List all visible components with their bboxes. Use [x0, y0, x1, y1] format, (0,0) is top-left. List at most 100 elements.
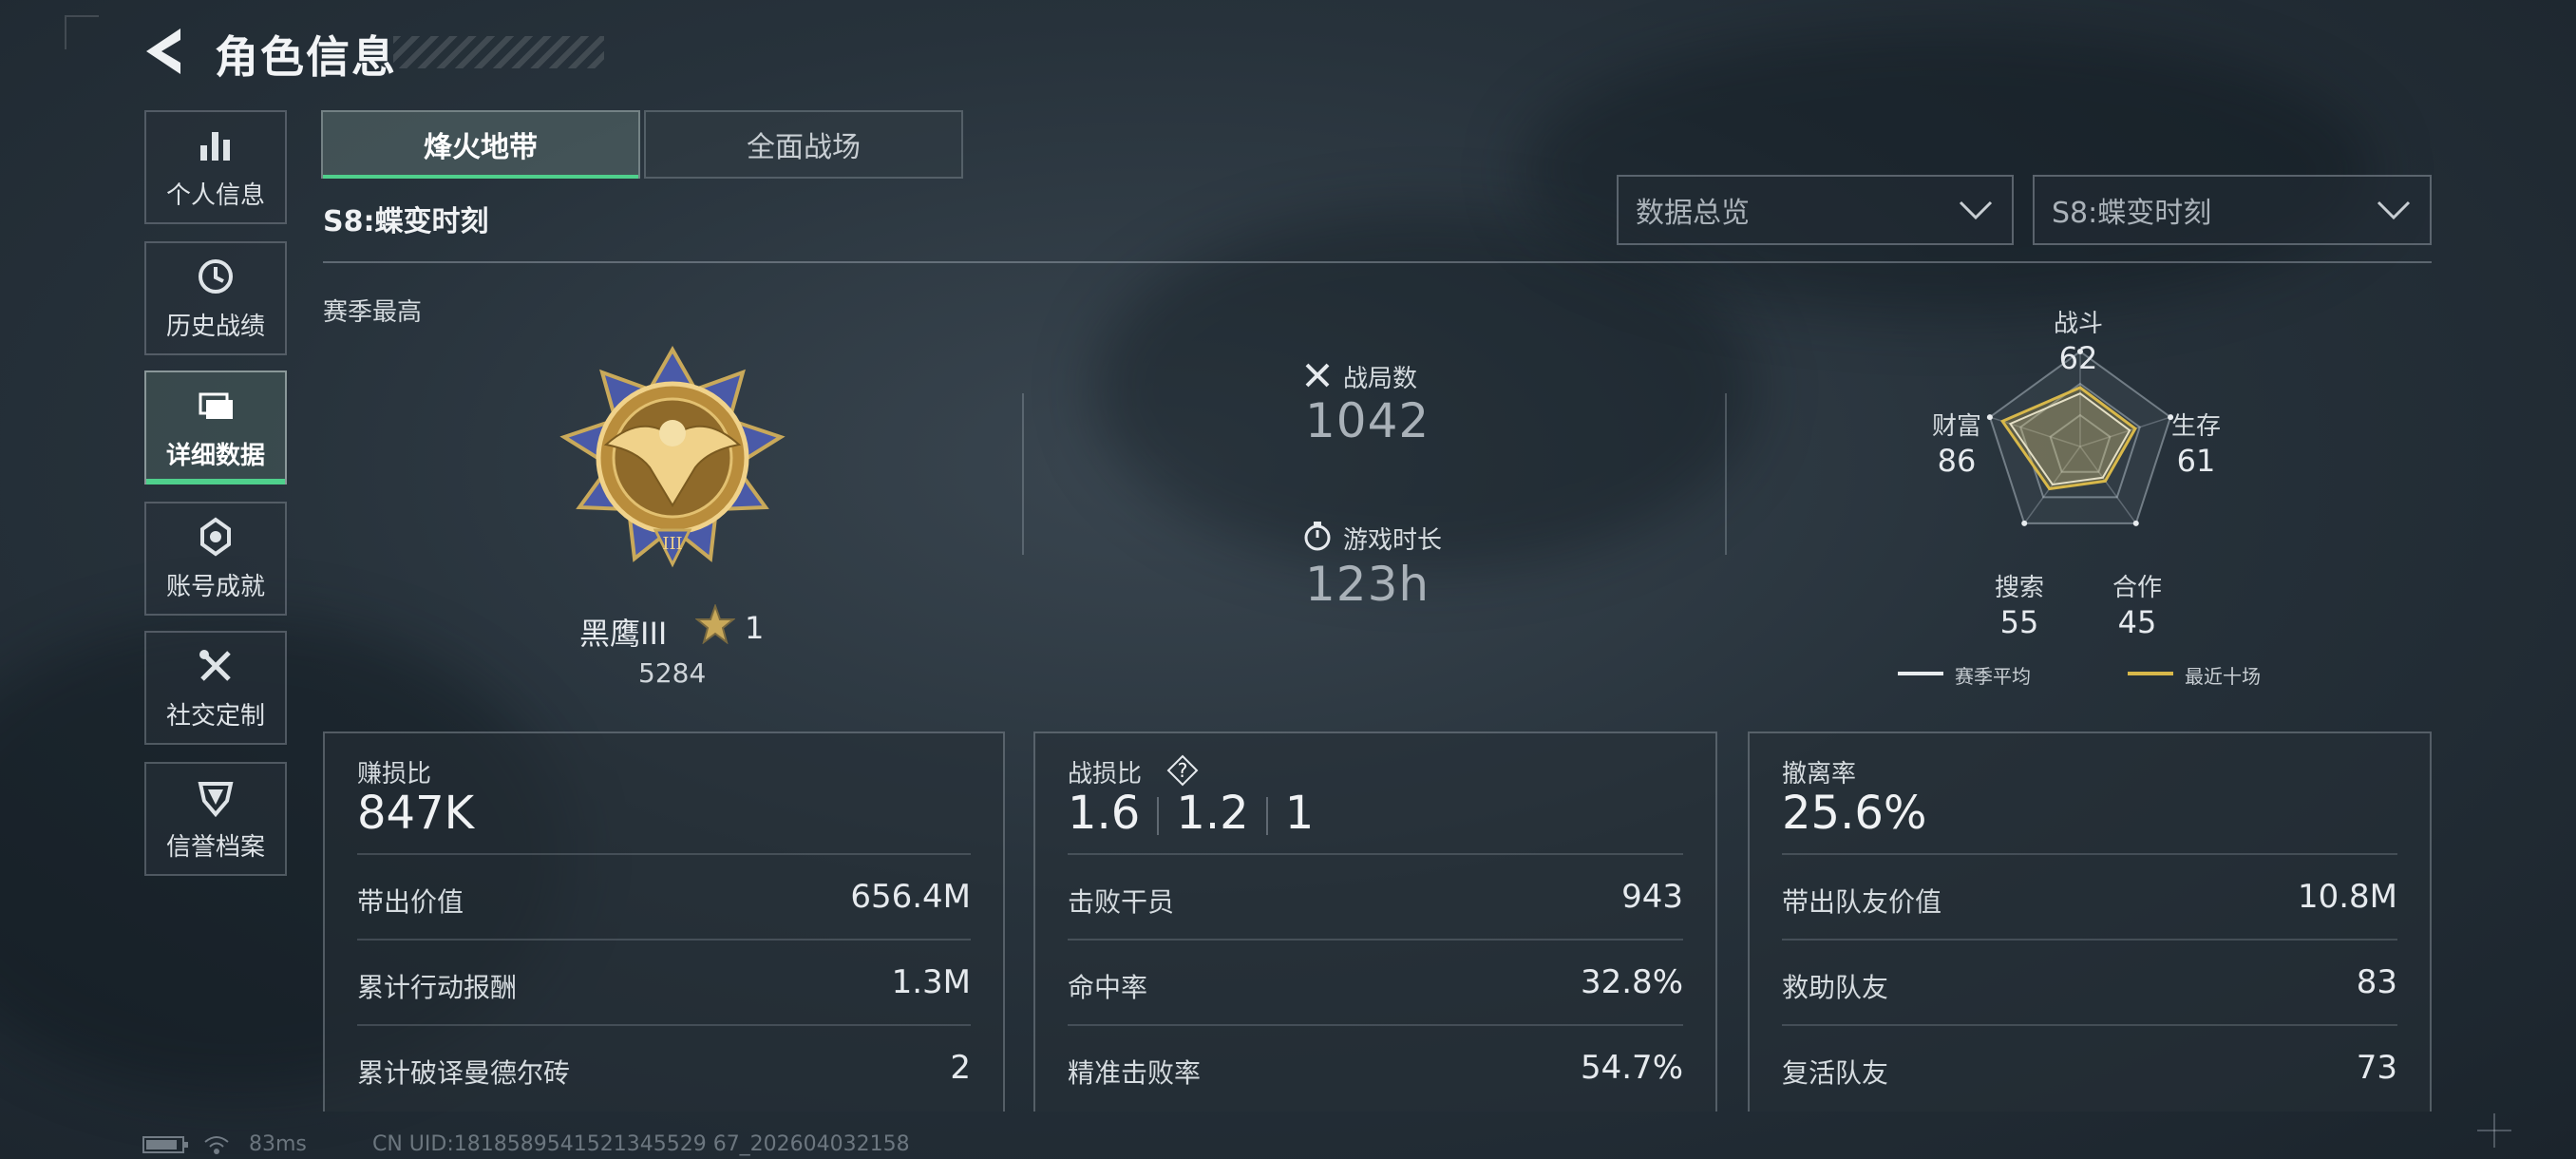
row-label: 累计行动报酬 — [357, 972, 518, 1003]
row-value: 943 — [1621, 878, 1683, 916]
svg-text:III: III — [662, 534, 682, 554]
radar-label-cooperation: 合作 — [2112, 574, 2162, 602]
back-arrow-icon — [146, 28, 180, 74]
kd-ratio-value: 1.6 — [1068, 787, 1141, 840]
title-decoration — [393, 36, 604, 68]
overview-dropdown[interactable]: 数据总览 — [1617, 175, 2014, 245]
stat-row: 累计行动报酬 1.3M — [357, 939, 971, 1026]
row-label: 击败干员 — [1068, 886, 1175, 918]
season-best-label: 赛季最高 — [323, 298, 423, 327]
achievement-icon — [200, 517, 231, 556]
season-dropdown[interactable]: S8:蝶变时刻 — [2033, 175, 2432, 245]
rank-emblem-icon: III — [559, 346, 786, 568]
row-label: 救助队友 — [1782, 972, 1889, 1003]
sidebar-item-label: 详细数据 — [165, 441, 265, 470]
tab-label: 全面战场 — [747, 131, 861, 164]
card-main-value: 25.6% — [1782, 787, 1927, 840]
help-icon-glyph: ? — [1178, 759, 1188, 782]
stat-row: 击败干员 943 — [1068, 853, 1683, 940]
divider — [1725, 393, 1727, 555]
dropdown-value: 数据总览 — [1636, 197, 1750, 230]
back-button[interactable] — [142, 25, 186, 78]
sidebar-item-label: 账号成就 — [165, 572, 265, 601]
row-label: 带出队友价值 — [1782, 886, 1942, 918]
sidebar-item-detailed-data[interactable]: 详细数据 — [144, 370, 287, 484]
sidebar-item-label: 社交定制 — [165, 701, 265, 731]
card-main-value: 847K — [357, 787, 475, 840]
radar-value-survival: 61 — [2176, 443, 2216, 479]
kd-ratios: 1.6 1.2 1 — [1068, 787, 1314, 840]
legend-recent-ten: 最近十场 — [2185, 665, 2261, 688]
legend-season-avg: 赛季平均 — [1955, 665, 2031, 688]
stat-row: 累计破译曼德尔砖 2 — [357, 1024, 971, 1112]
help-icon[interactable]: ? — [1166, 754, 1199, 787]
tab-label: 烽火地带 — [424, 131, 538, 164]
radar-value-combat: 62 — [2058, 340, 2098, 376]
radar-label-combat: 战斗 — [2053, 310, 2103, 338]
row-label: 累计破译曼德尔砖 — [357, 1057, 571, 1089]
matches-value: 1042 — [1305, 393, 1430, 448]
ping-indicator: 83ms — [249, 1132, 307, 1156]
row-value: 32.8% — [1580, 963, 1683, 1001]
card-title: 赚损比 — [357, 760, 432, 788]
chevron-down-icon — [2377, 200, 2411, 220]
radar-axis-dot — [2021, 520, 2028, 526]
row-value: 656.4M — [850, 878, 971, 916]
sidebar-item-label: 个人信息 — [165, 180, 265, 210]
tab-firezone[interactable]: 烽火地带 — [321, 110, 640, 179]
rank-score: 5284 — [638, 657, 707, 689]
sidebar-item-label: 信誉档案 — [165, 832, 265, 862]
chevron-down-icon — [1959, 200, 1993, 220]
radar-label-survival: 生存 — [2170, 412, 2221, 441]
shield-icon — [198, 781, 234, 817]
sidebar-item-history[interactable]: 历史战绩 — [144, 241, 287, 355]
kd-ratio-value: 1 — [1284, 787, 1315, 840]
tools-icon — [199, 649, 231, 681]
divider — [323, 261, 2432, 263]
crossed-swords-icon — [1305, 363, 1330, 388]
stat-row: 救助队友 83 — [1782, 939, 2397, 1026]
card-title: 战损比 — [1068, 760, 1143, 788]
radar-axis-dot — [1986, 414, 1993, 421]
extract-card: 撤离率 25.6% 带出队友价值 10.8M 救助队友 83 复活队友 73 — [1748, 732, 2432, 1112]
row-label: 精准击败率 — [1068, 1057, 1202, 1089]
battery-icon — [142, 1136, 188, 1153]
row-label: 复活队友 — [1782, 1057, 1889, 1089]
radar-value-search: 55 — [1999, 604, 2039, 640]
sidebar-item-achievements[interactable]: 账号成就 — [144, 502, 287, 616]
rank-star-count: 1 — [745, 610, 765, 646]
wifi-icon — [204, 1136, 229, 1154]
corner-bracket — [65, 15, 99, 49]
crosshair-icon — [2477, 1113, 2511, 1148]
sidebar-item-label: 历史战绩 — [165, 312, 265, 341]
tab-full-battlefield[interactable]: 全面战场 — [644, 110, 963, 179]
background-cloud-shape — [1520, 28, 2375, 314]
radar-label-wealth: 财富 — [1931, 412, 1981, 441]
sidebar-item-reputation[interactable]: 信誉档案 — [144, 762, 287, 876]
star-icon — [695, 604, 735, 644]
playtime-value: 123h — [1305, 557, 1430, 612]
separator — [1265, 797, 1268, 835]
active-indicator — [146, 479, 285, 484]
season-title: S8:蝶变时刻 — [323, 205, 489, 238]
profit-card: 赚损比 847K 带出价值 656.4M 累计行动报酬 1.3M 累计破译曼德尔… — [323, 732, 1005, 1112]
kd-ratio-value: 1.2 — [1176, 787, 1249, 840]
page-title: 角色信息 — [215, 31, 397, 83]
radar-axis-dot — [2132, 520, 2139, 526]
stat-row: 精准击败率 54.7% — [1068, 1024, 1683, 1112]
row-value: 2 — [950, 1049, 971, 1087]
card-title: 撤离率 — [1782, 760, 1857, 788]
row-value: 10.8M — [2297, 878, 2397, 916]
radar-value-cooperation: 45 — [2117, 604, 2157, 640]
divider — [1022, 393, 1024, 555]
legend-recent-swatch — [2128, 672, 2173, 675]
sidebar-item-personal-info[interactable]: 个人信息 — [144, 110, 287, 224]
separator — [1157, 797, 1160, 835]
playtime-label: 游戏时长 — [1343, 526, 1443, 555]
stat-row: 复活队友 73 — [1782, 1024, 2397, 1112]
row-value: 73 — [2356, 1049, 2397, 1087]
dropdown-value: S8:蝶变时刻 — [2052, 197, 2212, 230]
folder-icon — [199, 392, 233, 419]
row-value: 54.7% — [1580, 1049, 1683, 1087]
sidebar-item-social-custom[interactable]: 社交定制 — [144, 631, 287, 745]
